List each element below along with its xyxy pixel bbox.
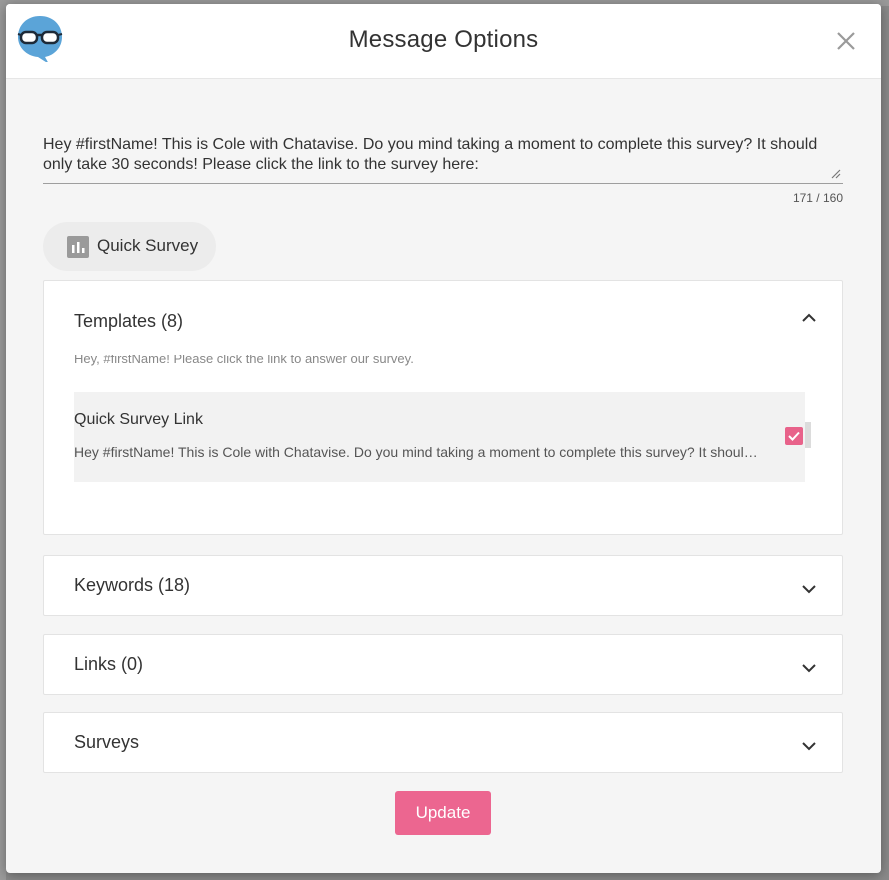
bar-chart-icon: [67, 236, 89, 258]
modal-title: Message Options: [348, 26, 539, 53]
chevron-down-icon[interactable]: [802, 663, 816, 673]
scrollbar[interactable]: [805, 422, 811, 448]
links-panel[interactable]: Links (0): [43, 634, 843, 695]
update-button[interactable]: Update: [395, 791, 491, 835]
quick-survey-button[interactable]: Quick Survey: [43, 222, 216, 271]
template-item[interactable]: Quick Survey Link Hey #firstName! This i…: [74, 392, 811, 482]
template-checkbox[interactable]: [785, 427, 803, 445]
surveys-panel[interactable]: Surveys: [43, 712, 843, 773]
links-header[interactable]: Links (0): [74, 654, 143, 675]
template-item-title: Quick Survey Link: [74, 411, 203, 428]
keywords-header[interactable]: Keywords (18): [74, 575, 190, 596]
modal-header: Message Options: [6, 4, 881, 79]
resize-handle-icon[interactable]: [831, 169, 841, 179]
character-count: 171 / 160: [792, 191, 843, 205]
message-options-modal: Message Options Hey #firstName! This is …: [6, 4, 881, 873]
surveys-header[interactable]: Surveys: [74, 732, 139, 753]
templates-panel: Templates (8) Hey, #firstName! Please cl…: [43, 280, 843, 535]
template-item-partial[interactable]: Hey, #firstName! Please click the link t…: [74, 355, 794, 366]
keywords-panel[interactable]: Keywords (18): [43, 555, 843, 616]
message-text[interactable]: Hey #firstName! This is Cole with Chatav…: [43, 135, 843, 175]
chevron-down-icon[interactable]: [802, 584, 816, 594]
quick-survey-label: Quick Survey: [97, 236, 199, 255]
close-icon[interactable]: [835, 30, 857, 52]
message-textarea[interactable]: Hey #firstName! This is Cole with Chatav…: [43, 135, 843, 184]
chevron-up-icon[interactable]: [802, 313, 816, 323]
chevron-down-icon[interactable]: [802, 741, 816, 751]
templates-header[interactable]: Templates (8): [74, 311, 183, 332]
template-item-body: Hey #firstName! This is Cole with Chatav…: [74, 444, 758, 460]
